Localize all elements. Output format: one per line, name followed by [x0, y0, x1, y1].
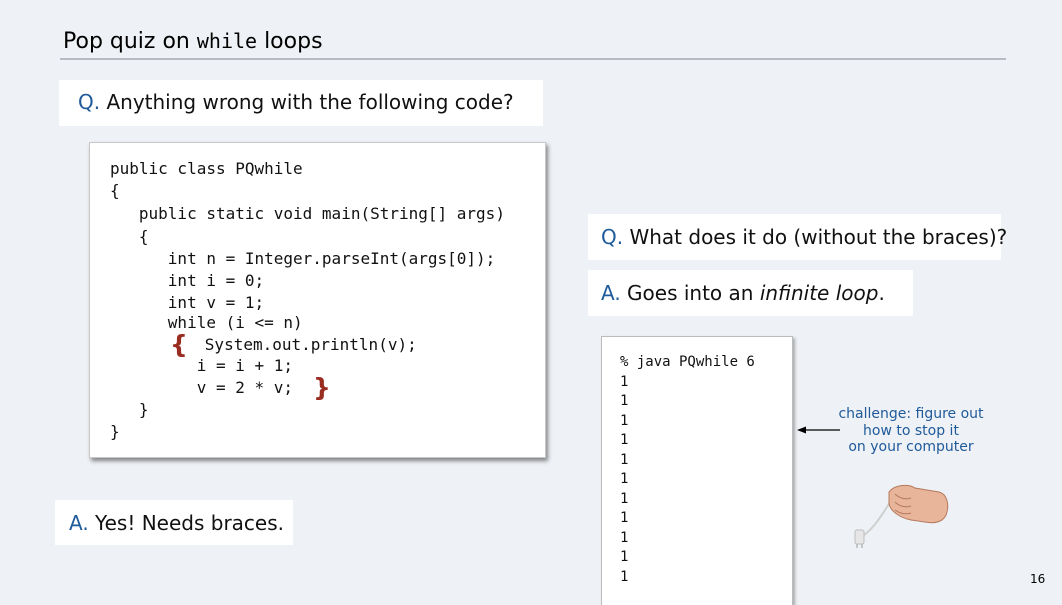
question-2-text: What does it do (without the braces)? — [623, 225, 1008, 249]
answer-2-text: Goes into an — [620, 281, 760, 305]
slide-title: Pop quiz on while loops — [63, 27, 323, 56]
page-number: 16 — [1030, 572, 1046, 586]
output-line: 1 — [620, 510, 629, 526]
question-2-box: Q. What does it do (without the braces)? — [588, 214, 1007, 260]
output-line: 1 — [620, 452, 629, 468]
output-line: 1 — [620, 471, 629, 487]
code-line: { — [110, 227, 149, 246]
title-suffix: loops — [257, 29, 323, 54]
code-line: } — [110, 422, 120, 441]
question-1-box: Q. Anything wrong with the following cod… — [59, 80, 543, 126]
close-brace-accent: } — [313, 373, 331, 402]
code-line: public class PQwhile — [110, 159, 303, 178]
output-line: 1 — [620, 530, 629, 546]
terminal-output: % java PQwhile 6 1 1 1 1 1 1 1 1 1 1 1 — [601, 336, 793, 605]
title-code: while — [196, 29, 258, 53]
code-line: int i = 0; — [110, 271, 265, 290]
answer-1-box: A. Yes! Needs braces. — [55, 500, 293, 545]
terminal-command: % java PQwhile 6 — [620, 354, 755, 370]
code-line: i = i + 1; — [110, 356, 294, 375]
output-line: 1 — [620, 569, 629, 585]
hand-pulling-plug-icon — [854, 484, 949, 548]
challenge-line-1: challenge: figure out — [838, 406, 984, 422]
answer-1-tag: A. — [69, 511, 89, 535]
code-line: int n = Integer.parseInt(args[0]); — [110, 249, 496, 268]
code-line: public static void main(String[] args) — [110, 204, 505, 223]
title-divider — [60, 58, 1006, 60]
code-line: int v = 1; — [110, 293, 265, 312]
output-line: 1 — [620, 374, 629, 390]
code-line: v = 2 * v; — [110, 378, 294, 397]
question-2-tag: Q. — [601, 225, 624, 249]
code-line: } — [110, 400, 149, 419]
challenge-line-2: how to stop it — [863, 422, 959, 439]
answer-2-end: . — [878, 281, 885, 305]
question-1-tag: Q. — [78, 90, 101, 114]
output-line: 1 — [620, 393, 629, 409]
challenge-line-3: on your computer — [848, 439, 974, 455]
challenge-note: challenge: figure out how to stop it on … — [826, 406, 996, 456]
answer-1-text: Yes! Needs braces. — [88, 511, 284, 535]
code-line: while (i <= n) — [110, 313, 303, 332]
answer-2-tag: A. — [601, 281, 621, 305]
code-line: { — [110, 181, 120, 200]
title-prefix: Pop quiz on — [63, 29, 197, 54]
code-line: System.out.println(v); — [147, 335, 417, 354]
answer-2-box: A. Goes into an infinite loop. — [588, 270, 913, 316]
output-line: 1 — [620, 491, 629, 507]
output-line: 1 — [620, 413, 629, 429]
output-line: 1 — [620, 549, 629, 565]
output-line: 1 — [620, 432, 629, 448]
answer-2-emphasis: infinite loop — [759, 281, 879, 305]
question-1-text: Anything wrong with the following code? — [100, 90, 514, 114]
code-block: public class PQwhile { public static voi… — [89, 142, 546, 458]
